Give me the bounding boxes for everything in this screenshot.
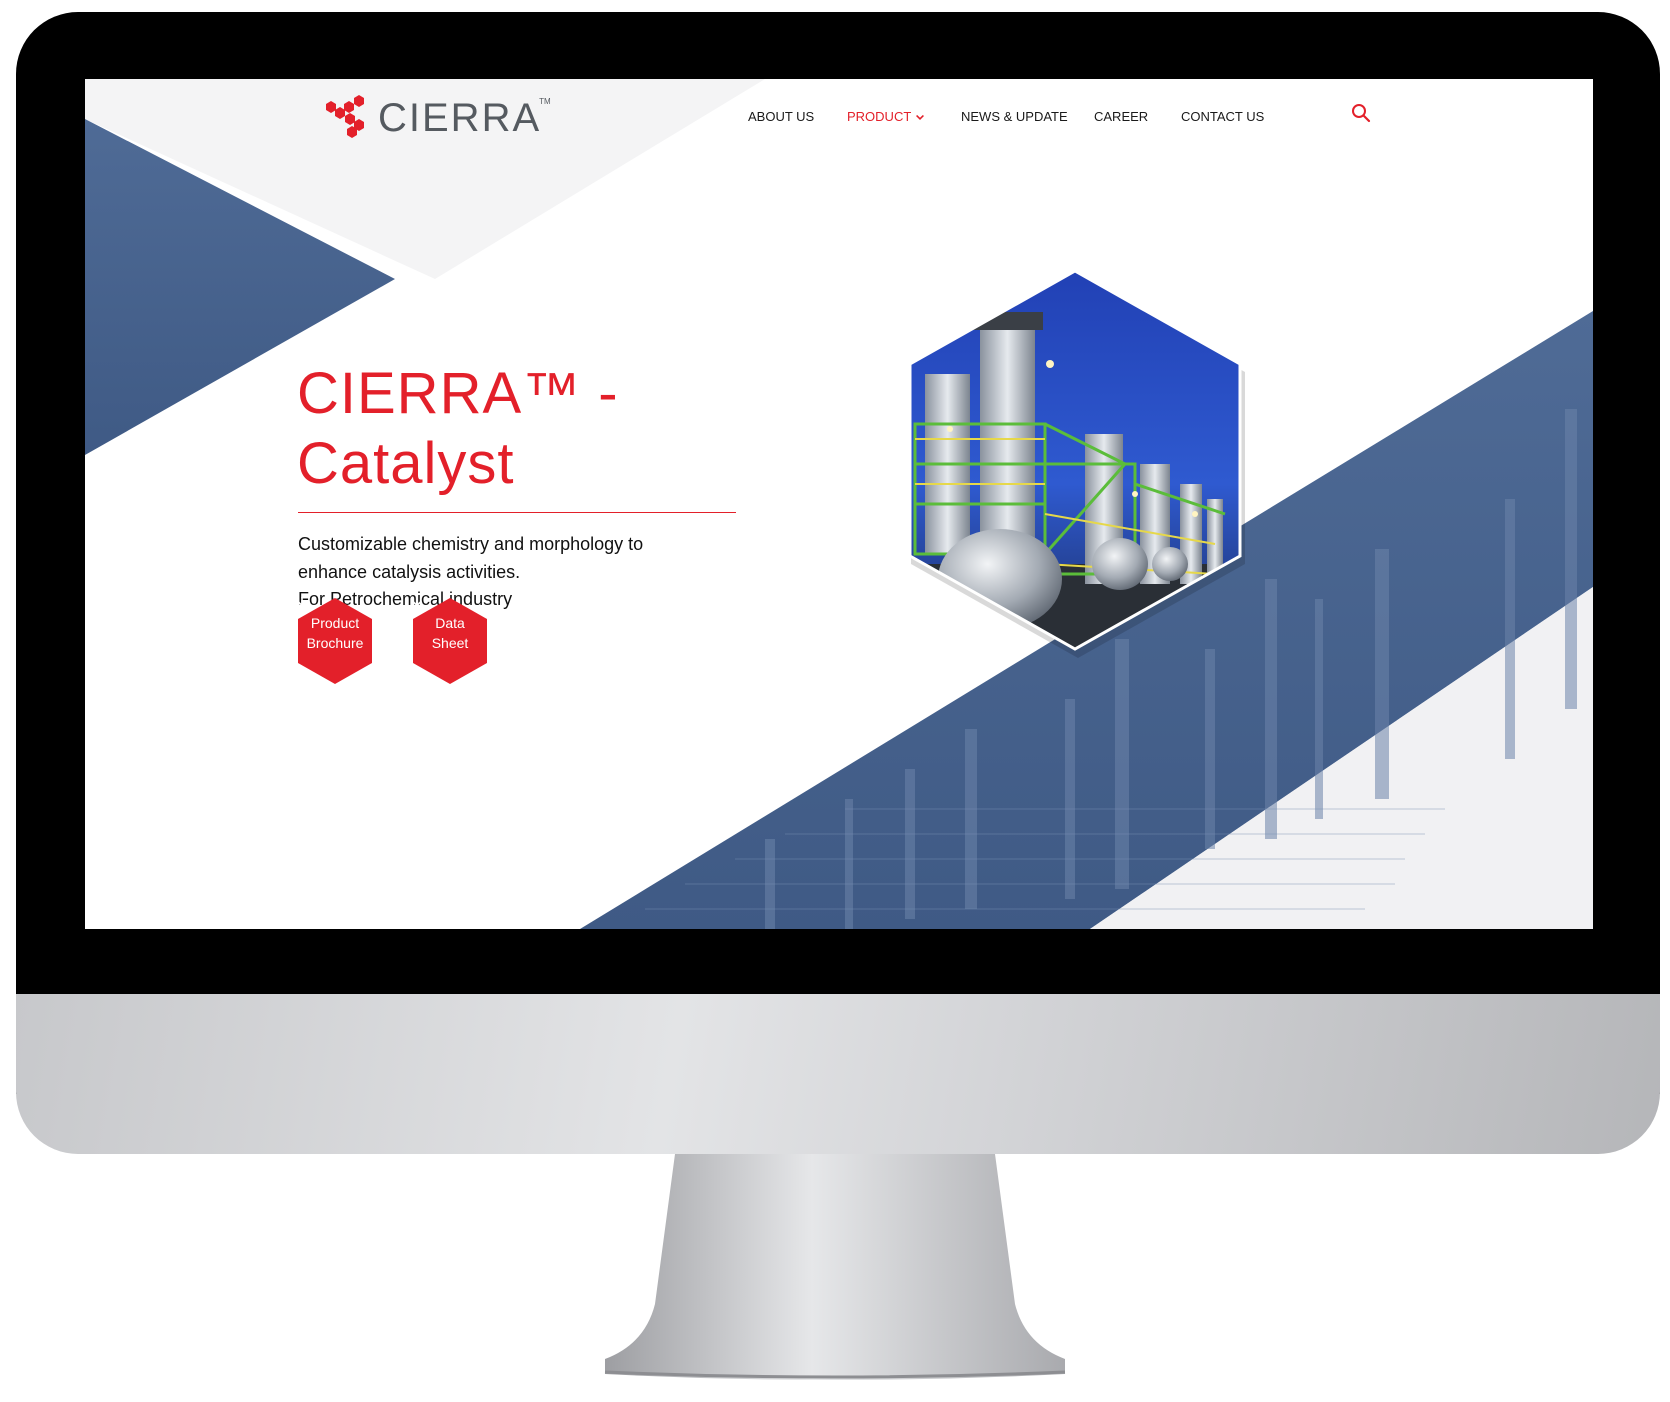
download-icon <box>412 597 422 610</box>
website-screen: CIERRA TM ABOUT US PRODUCT NEWS & UPDATE… <box>85 79 1593 929</box>
hero-desc-line1: Customizable chemistry and morphology to <box>298 534 644 554</box>
download-icon <box>297 597 307 610</box>
data-sheet-label: Data Sheet <box>410 614 490 653</box>
nav-product-label: PRODUCT <box>847 109 912 124</box>
nav-contact-us[interactable]: CONTACT US <box>1181 105 1264 129</box>
nav-news-update[interactable]: NEWS & UPDATE <box>961 105 1068 129</box>
hero-title-line2: Catalyst <box>297 431 515 496</box>
datasheet-line1: Data <box>435 615 465 631</box>
nav-about-us[interactable]: ABOUT US <box>748 105 814 129</box>
product-brochure-button[interactable]: Product Brochure <box>295 596 375 686</box>
datasheet-line2: Sheet <box>431 634 469 651</box>
hero-title-line1: CIERRA™ - <box>297 361 619 426</box>
hero-title: CIERRA™ - Catalyst <box>297 359 737 499</box>
nav-career[interactable]: CAREER <box>1094 105 1148 129</box>
hero-hexagon-image <box>908 269 1245 658</box>
data-sheet-button[interactable]: Data Sheet <box>410 596 490 686</box>
brochure-line2: Brochure <box>306 634 364 651</box>
brochure-line1: Product <box>310 615 360 631</box>
monitor-stand <box>604 1154 1066 1380</box>
search-icon[interactable] <box>1351 103 1371 123</box>
hero-desc-line2: enhance catalysis activities. <box>298 561 521 582</box>
monitor-chin <box>16 994 1660 1154</box>
product-brochure-label: Product Brochure <box>295 614 375 653</box>
chevron-down-icon <box>916 114 925 120</box>
nav-product[interactable]: PRODUCT <box>847 105 925 129</box>
hero-divider <box>298 512 736 513</box>
hero-background <box>85 79 1593 929</box>
